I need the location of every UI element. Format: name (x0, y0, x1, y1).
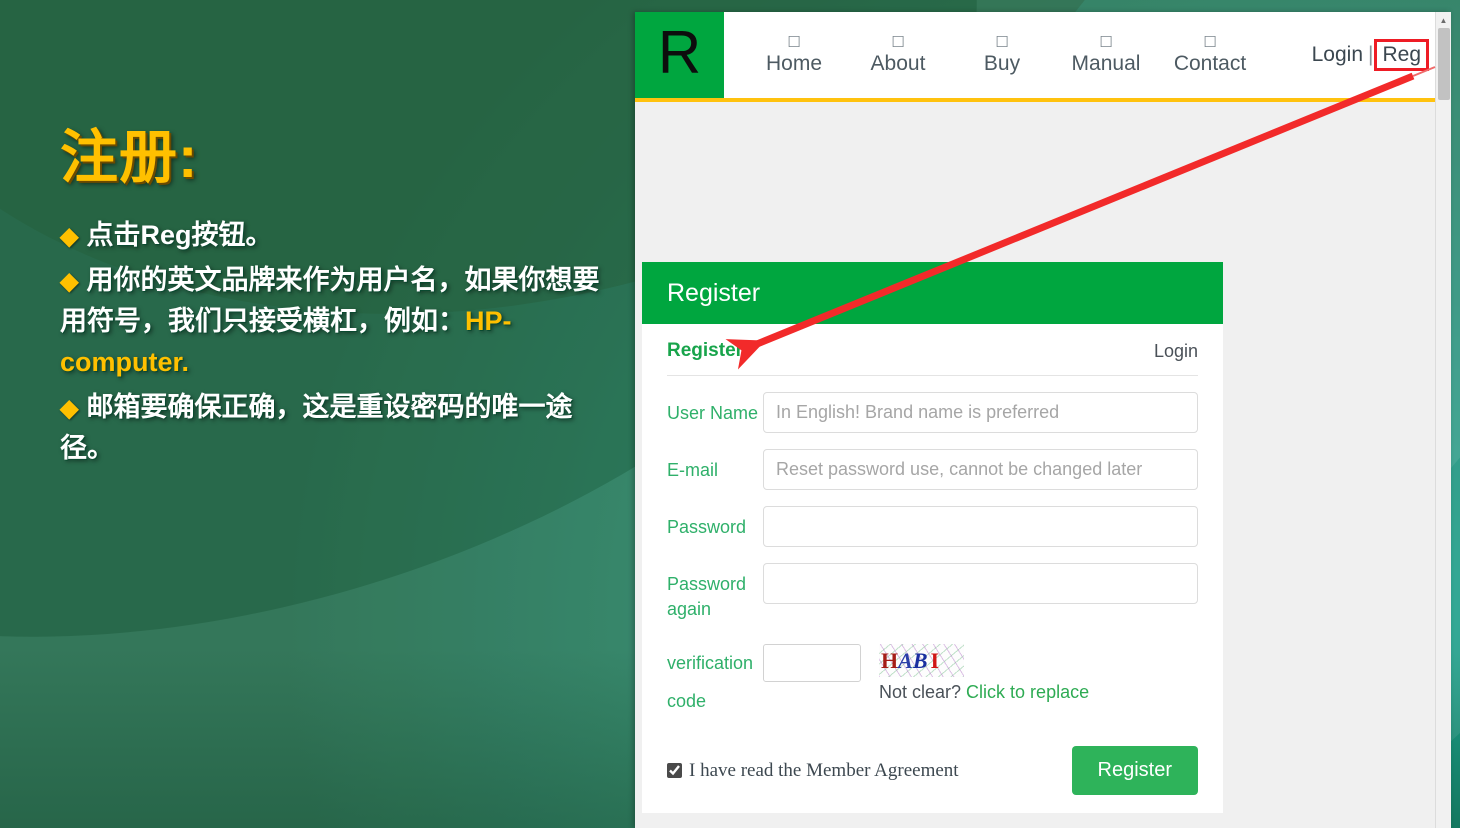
instruction-bullet-3: ◆ 邮箱要确保正确，这是重设密码的唯一途径。 (60, 387, 620, 469)
nav-item-contact[interactable]: ☐ Contact (1158, 33, 1262, 77)
label-password: Password (667, 517, 747, 537)
instruction-bullet-2-text: 用你的英文品牌来作为用户名，如果你想要用符号，我们只接受横杠，例如： (60, 264, 600, 336)
captcha-char-1: H (881, 647, 899, 673)
page-content: Register Register Login User Name E-mail… (635, 102, 1451, 828)
nav-item-about[interactable]: ☐ About (846, 33, 950, 77)
form-row-password-again: Password again (667, 563, 1198, 622)
label-password-again: Password again (667, 574, 747, 619)
register-submit-button[interactable]: Register (1071, 746, 1198, 795)
browser-window: R ☐ Home ☐ About ☐ Buy ☐ Manual ☐ Contac… (635, 12, 1451, 828)
nav-label-about: About (870, 52, 926, 75)
label-verification-line2: code (667, 691, 707, 711)
password-input[interactable] (763, 506, 1198, 547)
label-verification-code: verification code (667, 644, 763, 720)
password-again-input[interactable] (763, 563, 1198, 604)
verification-code-input[interactable] (763, 644, 861, 682)
agreement-label: I have read the Member Agreement (689, 759, 959, 781)
agreement-checkbox[interactable] (667, 763, 682, 778)
home-icon: ☐ (787, 33, 801, 51)
nav-item-home[interactable]: ☐ Home (742, 33, 846, 77)
captcha-replace-link[interactable]: Click to replace (966, 682, 1089, 702)
book-icon: ☐ (1099, 33, 1113, 51)
login-link[interactable]: Login (1312, 43, 1363, 67)
captcha-hint-prefix: Not clear? (879, 682, 967, 702)
diamond-bullet-icon: ◆ (60, 222, 79, 250)
email-input[interactable] (763, 449, 1198, 490)
form-row-email: E-mail (667, 449, 1198, 490)
scrollbar-up-arrow-icon[interactable]: ▲ (1436, 12, 1451, 28)
agreement-row: I have read the Member Agreement Registe… (667, 746, 1198, 795)
scrollbar-thumb[interactable] (1438, 28, 1450, 100)
instruction-bullet-1: ◆ 点击Reg按钮。 (60, 215, 620, 256)
nav-label-home: Home (765, 52, 823, 75)
nav-item-buy[interactable]: ☐ Buy (950, 33, 1054, 77)
main-navigation: ☐ Home ☐ About ☐ Buy ☐ Manual ☐ Contact (724, 12, 1262, 98)
reg-link-highlight-box: Reg (1374, 39, 1429, 71)
form-row-password: Password (667, 506, 1198, 547)
mail-icon: ☐ (1203, 33, 1217, 51)
vertical-scrollbar[interactable]: ▲ (1435, 12, 1451, 828)
tab-register[interactable]: Register (667, 340, 743, 362)
reg-link[interactable]: Reg (1378, 42, 1425, 67)
captcha-hint: Not clear? Click to replace (879, 682, 1089, 703)
label-username: User Name (667, 403, 759, 423)
cart-icon: ☐ (995, 33, 1009, 51)
logo-letter: R (657, 19, 702, 86)
nav-label-contact: Contact (1173, 52, 1247, 75)
register-card: Register Register Login User Name E-mail… (642, 262, 1223, 813)
instruction-bullet-2: ◆ 用你的英文品牌来作为用户名，如果你想要用符号，我们只接受横杠，例如：HP-co… (60, 260, 620, 383)
captcha-char-3: B (912, 647, 928, 673)
register-card-title: Register (667, 278, 761, 307)
panel-title: 注册: (60, 125, 199, 190)
nav-item-manual[interactable]: ☐ Manual (1054, 33, 1158, 77)
captcha-char-4: I (930, 647, 940, 673)
label-email: E-mail (667, 460, 719, 480)
instruction-bullet-3-text: 邮箱要确保正确，这是重设密码的唯一途径。 (60, 392, 573, 464)
diamond-bullet-icon: ◆ (60, 267, 79, 295)
form-row-verification: verification code H A B I Not clear? Cli… (667, 644, 1198, 720)
auth-separator: | (1368, 43, 1374, 66)
auth-links: Login | Reg (1312, 12, 1451, 98)
info-icon: ☐ (891, 33, 905, 51)
site-header: R ☐ Home ☐ About ☐ Buy ☐ Manual ☐ Contac… (635, 12, 1451, 102)
form-row-username: User Name (667, 392, 1198, 433)
auth-tab-row: Register Login (667, 340, 1198, 376)
username-input[interactable] (763, 392, 1198, 433)
diamond-bullet-icon: ◆ (60, 395, 79, 423)
captcha-image[interactable]: H A B I (879, 644, 964, 677)
tab-login[interactable]: Login (1154, 341, 1198, 362)
captcha-column: H A B I Not clear? Click to replace (879, 644, 1089, 703)
captcha-char-2: A (898, 647, 913, 673)
site-logo[interactable]: R (635, 12, 724, 98)
register-card-header: Register (642, 262, 1223, 324)
instruction-panel: 注册: ◆ 点击Reg按钮。 ◆ 用你的英文品牌来作为用户名，如果你想要用符号，我们… (0, 0, 638, 828)
label-verification-line1: verification (667, 653, 754, 673)
nav-label-buy: Buy (983, 52, 1021, 75)
nav-label-manual: Manual (1071, 52, 1141, 75)
instruction-bullet-1-text: 点击Reg按钮。 (86, 219, 273, 250)
register-card-body: Register Login User Name E-mail Password (642, 324, 1223, 813)
